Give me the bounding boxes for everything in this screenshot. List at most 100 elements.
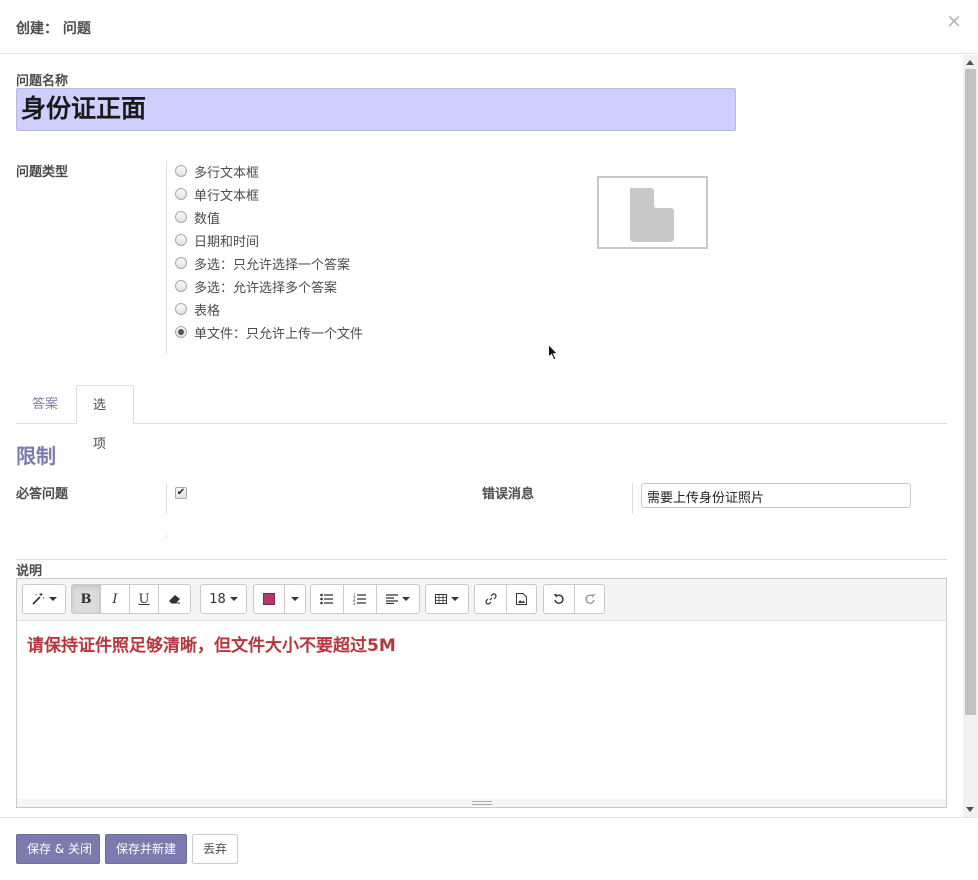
save-new-button[interactable]: 保存并新建 bbox=[105, 834, 187, 864]
image-upload-placeholder[interactable] bbox=[597, 176, 708, 249]
align-left-icon bbox=[386, 594, 398, 604]
paragraph-group: 1 2 3 bbox=[310, 584, 420, 614]
style-dropdown[interactable] bbox=[22, 584, 66, 614]
radio-option[interactable]: 多行文本框 bbox=[175, 161, 259, 181]
link-button[interactable] bbox=[474, 584, 507, 614]
required-label: 必答问题 bbox=[16, 487, 69, 502]
radio-button[interactable] bbox=[175, 257, 187, 269]
undo-icon bbox=[553, 594, 564, 604]
field-separator bbox=[166, 483, 167, 514]
question-name-label: 问题名称 bbox=[16, 74, 69, 89]
redo-button[interactable] bbox=[574, 584, 605, 614]
unordered-list-icon bbox=[320, 593, 333, 605]
radio-label: 日期和时间 bbox=[194, 234, 260, 250]
dialog-footer: 保存 & 关闭 保存并新建 丢弃 bbox=[0, 817, 978, 880]
bold-button[interactable]: B bbox=[71, 584, 101, 614]
underline-button[interactable]: U bbox=[129, 584, 159, 614]
radio-option[interactable]: 单行文本框 bbox=[175, 184, 259, 204]
field-separator bbox=[632, 483, 633, 514]
radio-button[interactable] bbox=[175, 234, 187, 246]
font-color-icon bbox=[263, 593, 275, 605]
table-group bbox=[425, 584, 469, 614]
picture-button[interactable] bbox=[506, 584, 537, 614]
radio-button[interactable] bbox=[175, 326, 187, 338]
radio-label: 数值 bbox=[194, 211, 221, 227]
link-icon bbox=[484, 593, 497, 605]
discard-button[interactable]: 丢弃 bbox=[192, 834, 238, 864]
scroll-thumb[interactable] bbox=[965, 69, 976, 715]
mouse-cursor-icon bbox=[548, 344, 559, 361]
font-size-group: 18 bbox=[200, 584, 247, 614]
divider bbox=[16, 559, 947, 560]
question-name-input[interactable]: 身份证正面 bbox=[16, 88, 736, 131]
resize-grip-icon[interactable] bbox=[472, 801, 492, 805]
error-message-input[interactable]: 需要上传身份证照片 bbox=[641, 483, 911, 508]
radio-label: 单文件：只允许上传一个文件 bbox=[194, 326, 364, 342]
tab-baseline bbox=[16, 423, 947, 424]
unordered-list-button[interactable] bbox=[310, 584, 344, 614]
description-label: 说明 bbox=[16, 564, 43, 579]
font-size-value: 18 bbox=[209, 591, 226, 607]
radio-button[interactable] bbox=[175, 211, 187, 223]
radio-label: 单行文本框 bbox=[194, 188, 260, 204]
magic-icon bbox=[32, 593, 44, 605]
vertical-scrollbar[interactable] bbox=[963, 55, 978, 817]
radio-option[interactable]: 多选：只允许选择一个答案 bbox=[175, 253, 350, 273]
radio-button[interactable] bbox=[175, 303, 187, 315]
radio-option[interactable]: 表格 bbox=[175, 299, 220, 319]
insert-group bbox=[474, 584, 537, 614]
radio-button[interactable] bbox=[175, 188, 187, 200]
radio-option[interactable]: 数值 bbox=[175, 207, 220, 227]
style-group bbox=[22, 584, 66, 614]
dialog-body: 问题名称 身份证正面 问题类型 多行文本框 单行文本框 数值 日期和时间 多选：… bbox=[0, 55, 963, 817]
italic-button[interactable]: I bbox=[100, 584, 130, 614]
color-dropdown[interactable] bbox=[284, 584, 306, 614]
ordered-list-button[interactable]: 1 2 3 bbox=[343, 584, 377, 614]
color-group bbox=[253, 584, 306, 614]
font-size-dropdown[interactable]: 18 bbox=[200, 584, 247, 614]
radio-button[interactable] bbox=[175, 280, 187, 292]
close-icon[interactable]: × bbox=[946, 12, 962, 31]
clear-format-button[interactable] bbox=[158, 584, 191, 614]
eraser-icon bbox=[168, 595, 180, 604]
radio-label: 多选：允许选择多个答案 bbox=[194, 280, 338, 296]
ordered-list-icon: 1 2 3 bbox=[353, 593, 366, 605]
radio-button[interactable] bbox=[175, 165, 187, 177]
table-icon bbox=[435, 594, 447, 604]
field-separator bbox=[166, 535, 167, 538]
caret-down-icon bbox=[49, 597, 57, 601]
undo-button[interactable] bbox=[543, 584, 575, 614]
editor-resize-bar[interactable] bbox=[17, 799, 946, 807]
redo-icon bbox=[584, 594, 595, 604]
color-button[interactable] bbox=[253, 584, 285, 614]
radio-option[interactable]: 单文件：只允许上传一个文件 bbox=[175, 322, 363, 342]
radio-label: 表格 bbox=[194, 303, 221, 319]
description-editor[interactable]: B I U 18 1 2 3 请保持证件照足够清晰，但文件大小不要超过5M bbox=[16, 578, 947, 808]
save-close-button[interactable]: 保存 & 关闭 bbox=[16, 834, 100, 864]
svg-text:3: 3 bbox=[353, 601, 356, 605]
table-dropdown[interactable] bbox=[425, 584, 469, 614]
picture-icon bbox=[516, 593, 527, 605]
file-icon bbox=[630, 188, 674, 242]
radio-option[interactable]: 多选：允许选择多个答案 bbox=[175, 276, 337, 296]
radio-label: 多选：只允许选择一个答案 bbox=[194, 257, 351, 273]
section-title-restrictions: 限制 bbox=[16, 444, 56, 468]
required-checkbox[interactable]: ✔ bbox=[175, 487, 187, 499]
scroll-down-icon[interactable] bbox=[966, 807, 974, 812]
error-message-label: 错误消息 bbox=[482, 487, 535, 502]
radio-label: 多行文本框 bbox=[194, 165, 260, 181]
field-separator bbox=[166, 161, 167, 354]
description-text[interactable]: 请保持证件照足够清晰，但文件大小不要超过5M bbox=[27, 631, 396, 656]
tab-answers[interactable]: 答案 bbox=[16, 385, 74, 424]
caret-down-icon bbox=[451, 597, 459, 601]
radio-option[interactable]: 日期和时间 bbox=[175, 230, 259, 250]
caret-down-icon bbox=[402, 597, 410, 601]
question-type-label: 问题类型 bbox=[16, 165, 69, 180]
dialog-title: 创建： 问题 bbox=[16, 21, 91, 37]
dialog-header: 创建： 问题 × bbox=[0, 0, 978, 54]
editor-toolbar: B I U 18 1 2 3 bbox=[17, 579, 946, 621]
tab-options[interactable]: 选项 bbox=[76, 385, 134, 452]
font-style-group: B I U bbox=[71, 584, 191, 614]
scroll-up-icon[interactable] bbox=[966, 60, 974, 65]
align-dropdown[interactable] bbox=[376, 584, 420, 614]
